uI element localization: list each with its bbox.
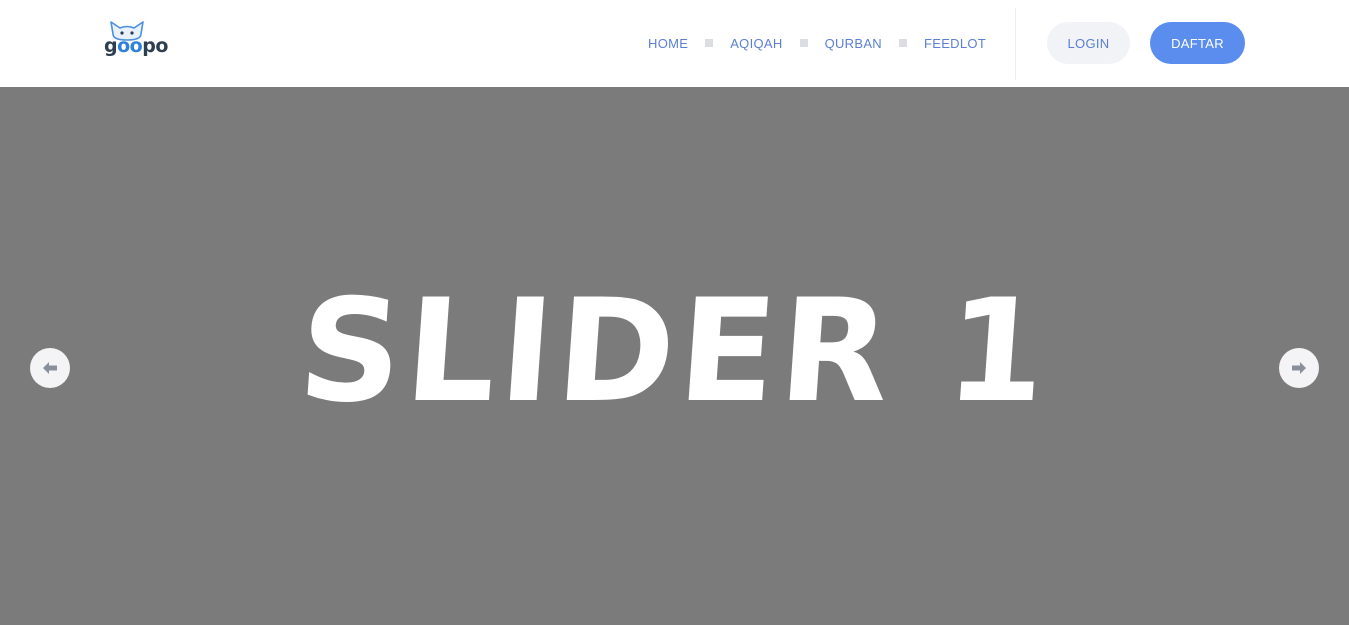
- logo-letter-g: g: [104, 35, 118, 57]
- arrow-right-icon: [1292, 362, 1306, 374]
- nav-feedlot[interactable]: FEEDLOT: [924, 36, 986, 51]
- register-button[interactable]: DAFTAR: [1150, 22, 1245, 64]
- nav-separator: [705, 39, 714, 47]
- nav-separator: [799, 39, 808, 47]
- nav-home[interactable]: HOME: [648, 36, 688, 51]
- arrow-left-icon: [43, 362, 57, 374]
- hero-slider: SLIDER 1: [0, 87, 1349, 625]
- nav-aqiqah[interactable]: AQIQAH: [730, 36, 782, 51]
- logo-wordmark: goopo: [104, 37, 168, 56]
- nav-divider: [1015, 8, 1016, 80]
- logo-letters-po: po: [142, 35, 168, 57]
- goopo-logo[interactable]: goopo: [104, 20, 168, 64]
- logo-letter-o1: o: [117, 35, 130, 57]
- slide-title: SLIDER 1: [293, 269, 1056, 434]
- slider-next-button[interactable]: [1279, 348, 1319, 388]
- slider-prev-button[interactable]: [30, 348, 70, 388]
- main-nav: HOME AQIQAH QURBAN FEEDLOT: [648, 34, 986, 52]
- nav-separator: [899, 39, 907, 47]
- logo-letter-o2: o: [129, 35, 143, 57]
- nav-qurban[interactable]: QURBAN: [825, 36, 882, 51]
- navbar: goopo HOME AQIQAH QURBAN FEEDLOT LOGIN D…: [0, 0, 1349, 87]
- login-button[interactable]: LOGIN: [1047, 22, 1130, 64]
